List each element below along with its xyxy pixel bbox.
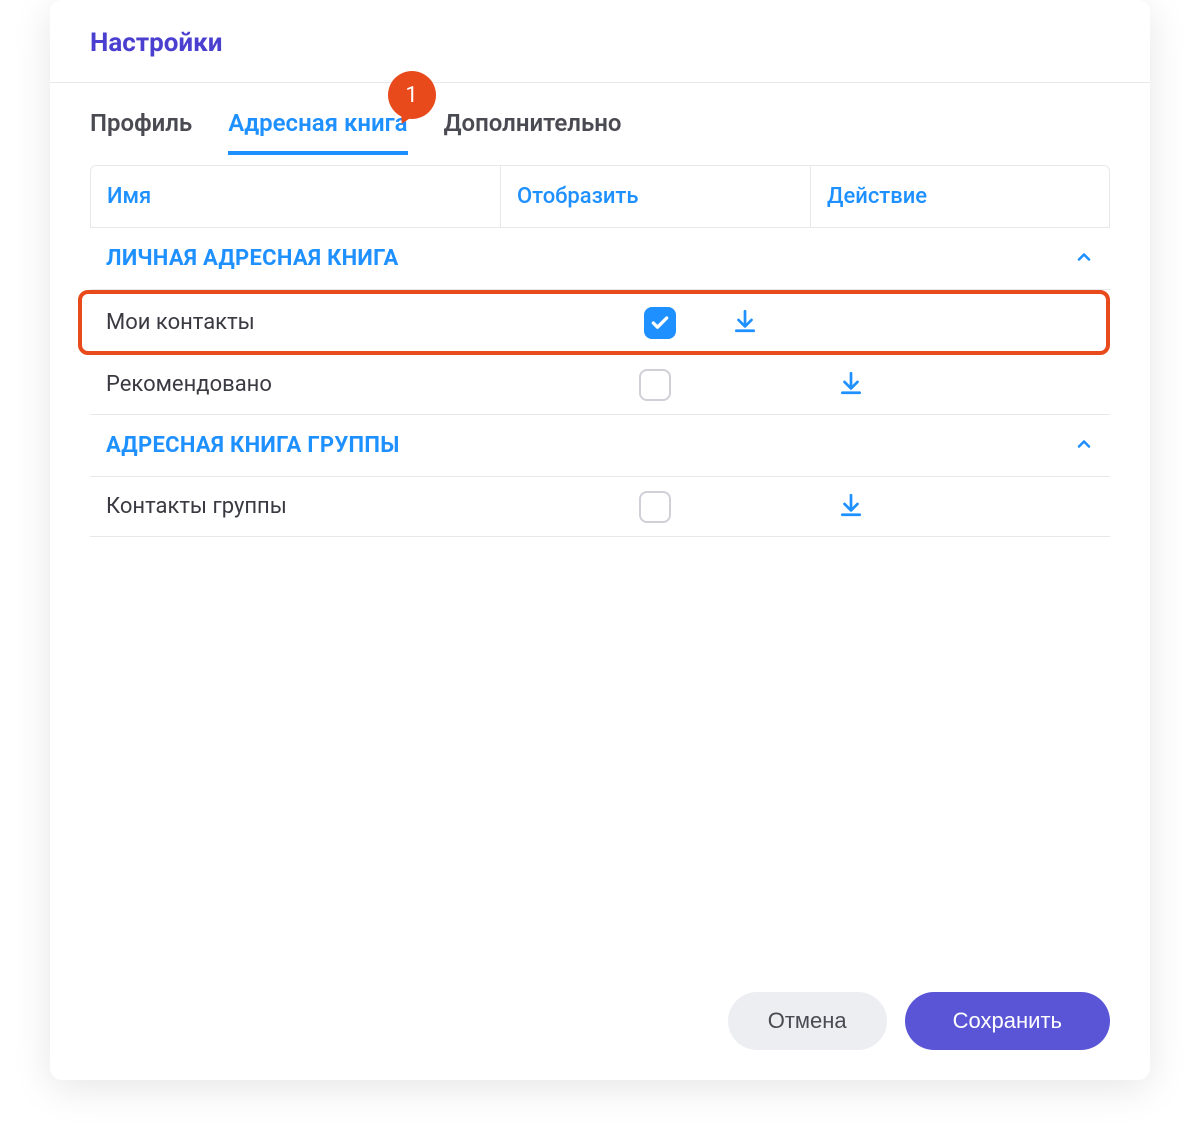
tab-address-book-label: Адресная книга: [228, 109, 407, 137]
tabs-bar: Профиль Адресная книга 1 Дополнительно: [50, 83, 1150, 155]
column-header-display[interactable]: Отобразить: [501, 166, 811, 227]
callout-badge-wrap: 1: [388, 71, 436, 119]
row-action-cell: [810, 492, 1110, 522]
settings-modal: Настройки Профиль Адресная книга 1 Допол…: [50, 0, 1150, 1080]
callout-badge: 1: [388, 71, 436, 119]
section-header-group[interactable]: АДРЕСНАЯ КНИГА ГРУППЫ: [90, 415, 1110, 477]
table-row: Мои контакты: [78, 290, 1110, 355]
save-button[interactable]: Сохранить: [905, 992, 1110, 1050]
display-checkbox[interactable]: [639, 491, 671, 523]
section-title: АДРЕСНАЯ КНИГА ГРУППЫ: [106, 433, 400, 458]
column-header-action[interactable]: Действие: [811, 166, 1109, 227]
chevron-up-icon: [1074, 247, 1094, 271]
row-name: Рекомендовано: [90, 356, 500, 413]
tab-additional[interactable]: Дополнительно: [444, 89, 622, 155]
display-checkbox[interactable]: [639, 369, 671, 401]
table-row: Рекомендовано: [90, 355, 1110, 415]
row-action-cell: [810, 370, 1110, 400]
page-title: Настройки: [90, 28, 1110, 58]
section-title: ЛИЧНАЯ АДРЕСНАЯ КНИГА: [106, 246, 399, 271]
download-icon[interactable]: [732, 308, 758, 338]
chevron-up-icon: [1074, 434, 1094, 458]
display-checkbox[interactable]: [644, 307, 676, 339]
table-row: Контакты группы: [90, 477, 1110, 537]
content-area: Имя Отобразить Действие ЛИЧНАЯ АДРЕСНАЯ …: [50, 165, 1150, 537]
tab-profile[interactable]: Профиль: [90, 89, 192, 155]
row-name: Контакты группы: [90, 478, 500, 535]
tab-address-book[interactable]: Адресная книга 1: [228, 89, 407, 155]
cancel-button[interactable]: Отмена: [728, 992, 887, 1050]
row-name: Мои контакты: [82, 294, 504, 351]
row-action-cell: [704, 308, 1106, 338]
row-display-cell: [500, 491, 810, 523]
download-icon[interactable]: [838, 492, 864, 522]
row-display-cell: [500, 369, 810, 401]
modal-footer: Отмена Сохранить: [728, 992, 1110, 1050]
modal-header: Настройки: [50, 0, 1150, 83]
table-header-row: Имя Отобразить Действие: [90, 165, 1110, 228]
column-header-name[interactable]: Имя: [91, 166, 501, 227]
row-display-cell: [504, 307, 704, 339]
download-icon[interactable]: [838, 370, 864, 400]
section-header-personal[interactable]: ЛИЧНАЯ АДРЕСНАЯ КНИГА: [90, 228, 1110, 290]
